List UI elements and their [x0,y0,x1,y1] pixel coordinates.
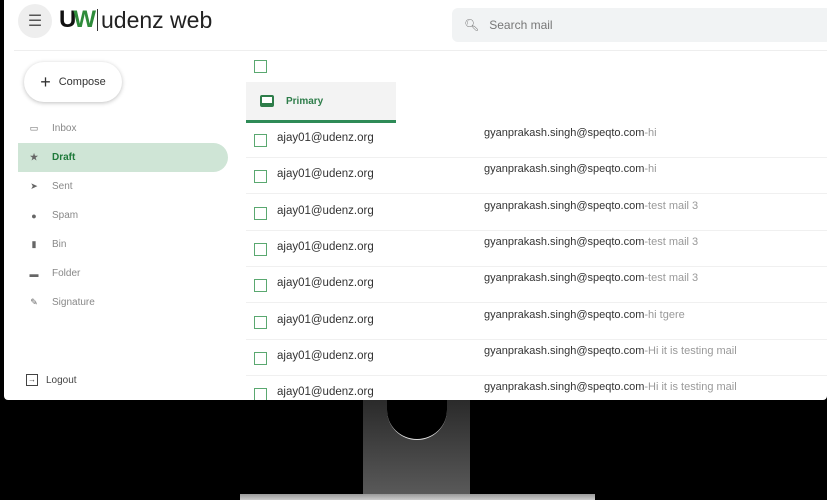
email-subject: -test mail 3 [644,235,699,248]
inbox-icon [260,95,274,107]
email-summary: gyanprakash.singh@speqto.com-test mail 3 [484,236,698,248]
email-subject: -hi tgere [644,308,685,321]
email-recipient: gyanprakash.singh@speqto.com [484,235,645,248]
email-row[interactable]: ajay01@udenz.org gyanprakash.singh@speqto… [246,158,827,195]
email-subject: -test mail 3 [644,272,699,285]
email-sender: ajay01@udenz.org [277,240,374,253]
email-row[interactable]: ajay01@udenz.org gyanprakash.singh@speqto… [246,376,827,400]
compose-button[interactable]: + Compose [24,62,122,102]
sidebar-item-inbox[interactable]: ▭ Inbox [18,114,228,143]
email-sender: ajay01@udenz.org [277,386,374,399]
email-row[interactable]: ajay01@udenz.org gyanprakash.singh@speqto… [246,195,827,231]
email-sender: ajay01@udenz.org [277,349,374,362]
email-recipient: gyanprakash.singh@speqto.com [484,308,645,321]
star-icon: ★ [29,152,39,162]
sidebar-item-label: Bin [52,239,67,250]
email-summary: gyanprakash.singh@speqto.com-Hi it is te… [484,345,737,357]
sidebar-item-bin[interactable]: ▮ Bin [18,230,228,259]
logo-mark: UW [59,6,96,33]
email-subject: -test mail 3 [644,199,699,212]
email-recipient: gyanprakash.singh@speqto.com [484,199,645,212]
search-icon: 🔍︎ [464,18,480,32]
sidebar-item-signature[interactable]: ✎ Signature [18,288,228,317]
email-recipient: gyanprakash.singh@speqto.com [484,381,645,394]
row-checkbox[interactable] [254,279,267,293]
email-sender: ajay01@udenz.org [277,204,374,217]
logout-button[interactable]: → Logout [26,374,77,386]
trash-icon: ▮ [31,239,37,249]
email-sender: ajay01@udenz.org [277,313,374,326]
row-checkbox[interactable] [254,388,267,400]
sidebar-item-draft[interactable]: ★ Draft [18,143,228,172]
sidebar-item-label: Inbox [52,123,77,134]
email-summary: gyanprakash.singh@speqto.com-hi [484,127,657,139]
tab-primary[interactable]: Primary [246,82,396,123]
email-summary: gyanprakash.singh@speqto.com-test mail 3 [484,272,698,284]
brand-name: udenz web [97,9,212,32]
email-summary: gyanprakash.singh@speqto.com-Hi it is te… [484,381,737,393]
email-summary: gyanprakash.singh@speqto.com-test mail 3 [484,200,698,212]
search-placeholder: Search mail [489,18,553,32]
email-row[interactable]: ajay01@udenz.org gyanprakash.singh@speqto… [246,122,827,158]
row-checkbox[interactable] [254,242,267,256]
sidebar-item-folder[interactable]: ▬ Folder [18,259,228,288]
sidebar-item-sent[interactable]: ➤ Sent [18,172,228,201]
inbox-icon: ▭ [29,123,39,133]
sidebar-item-label: Signature [52,297,95,308]
email-row[interactable]: ajay01@udenz.org gyanprakash.singh@speqto… [246,267,827,304]
sidebar-item-spam[interactable]: ● Spam [18,201,228,230]
logout-label: Logout [46,374,77,386]
menu-button[interactable]: ☰ [18,4,52,38]
email-subject: -hi [644,127,657,139]
email-row[interactable]: ajay01@udenz.org gyanprakash.singh@speqto… [246,304,827,340]
email-recipient: gyanprakash.singh@speqto.com [484,344,645,357]
email-summary: gyanprakash.singh@speqto.com-hi [484,163,657,175]
sidebar-item-label: Folder [52,268,81,279]
email-summary: gyanprakash.singh@speqto.com-hi tgere [484,309,685,321]
sidebar-item-label: Sent [52,181,73,192]
email-subject: -hi [644,163,657,176]
email-recipient: gyanprakash.singh@speqto.com [484,272,645,285]
header-divider [14,50,827,51]
email-subject: -Hi it is testing mail [644,344,737,357]
search-input[interactable]: 🔍︎ Search mail [452,8,827,42]
tab-label: Primary [286,95,324,107]
email-row[interactable]: ajay01@udenz.org gyanprakash.singh@speqto… [246,231,827,267]
email-sender: ajay01@udenz.org [277,168,374,181]
sidebar-item-label: Draft [52,152,76,163]
row-checkbox[interactable] [254,134,267,147]
hamburger-icon: ☰ [27,13,43,30]
signature-icon: ✎ [30,297,38,307]
select-all-checkbox[interactable] [254,60,267,78]
email-subject: -Hi it is testing mail [644,381,737,394]
email-recipient: gyanprakash.singh@speqto.com [484,127,645,139]
logo: UW udenz web [59,6,212,34]
email-row[interactable]: ajay01@udenz.org gyanprakash.singh@speqto… [246,340,827,376]
folder-icon: ▬ [29,268,39,279]
spam-icon: ● [31,210,37,221]
logout-icon: → [26,374,38,386]
email-recipient: gyanprakash.singh@speqto.com [484,163,645,176]
row-checkbox[interactable] [254,206,267,220]
compose-label: Compose [58,76,106,88]
row-checkbox[interactable] [254,170,267,184]
monitor-screen: ☰ UW udenz web 🔍︎ Search mail + Compose ▭… [4,0,827,400]
row-checkbox[interactable] [254,315,267,329]
send-icon: ➤ [30,181,38,191]
plus-icon: + [40,71,51,92]
sidebar-item-label: Spam [52,210,79,221]
row-checkbox[interactable] [254,351,267,365]
email-sender: ajay01@udenz.org [277,277,374,290]
monitor-base [240,494,595,500]
email-sender: ajay01@udenz.org [277,132,374,144]
